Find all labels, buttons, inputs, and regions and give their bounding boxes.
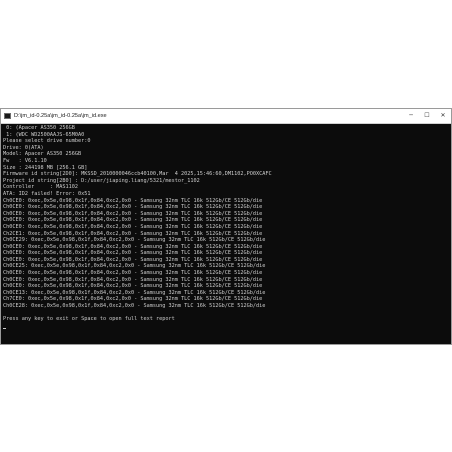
console-line: Project id string[2B0] : D:/user/jiaping… xyxy=(3,177,200,184)
maximize-button[interactable]: ☐ xyxy=(419,109,435,123)
console-line: Size : 244198 MB [256.1 GB] xyxy=(3,164,88,171)
console-cursor-line xyxy=(3,323,449,330)
console-line: Ch0CE0: 0xec,0x5e,0x98,0x1f,0x84,0xc2,0x… xyxy=(3,223,263,230)
console-app-icon xyxy=(4,113,11,119)
console-line: Ch0CE0: 0xec,0x5e,0x98,0x1f,0x84,0xc2,0x… xyxy=(3,283,263,290)
console-output[interactable]: 0: (Apacer AS350 256GB 1: (WDC WD2500AAJ… xyxy=(3,125,449,344)
console-line: Ch0CE0: 0xec,0x5e,0x98,0x1f,0x84,0xc2,0x… xyxy=(3,270,263,277)
console-line: Ch0CE0: 0xec,0x5e,0x98,0x1f,0x84,0xc2,0x… xyxy=(3,256,263,263)
console-line: Ch0CE0: 0xec,0x5e,0x98,0x1f,0x84,0xc2,0x… xyxy=(3,276,263,283)
console-line: Ch0CE0: 0xec,0x5e,0x98,0x1f,0x84,0xc2,0x… xyxy=(3,197,263,204)
title-bar[interactable]: D:\jm_id-0.25a\jm_id-0.25a\jm_id.exe ─ ☐… xyxy=(1,109,451,124)
console-line: Model: Apacer AS350 256GB xyxy=(3,151,82,158)
console-line: Ch0CE13: 0xec,0x5e,0x98,0x1f,0x84,0xc2,0… xyxy=(3,289,266,296)
console-line: Ch2CE1: 0xec,0x5e,0x98,0x1f,0x84,0xc2,0x… xyxy=(3,230,263,237)
console-window[interactable]: D:\jm_id-0.25a\jm_id-0.25a\jm_id.exe ─ ☐… xyxy=(0,108,452,345)
console-line: Firmware id string[2D0]: MKSSD_201000004… xyxy=(3,171,272,178)
console-line: Ch0CE0: 0xec,0x5e,0x98,0x1f,0x84,0xc2,0x… xyxy=(3,243,263,250)
console-line: Fw : V6.1.10 xyxy=(3,157,47,164)
console-line: 0: (Apacer AS350 256GB xyxy=(3,125,75,131)
minimize-button[interactable]: ─ xyxy=(403,109,419,123)
console-line: Ch0CE28: 0xec,0x5e,0x98,0x1f,0x84,0xc2,0… xyxy=(3,303,266,310)
text-cursor xyxy=(3,328,6,330)
console-line: Ch0CE29: 0xec,0x5e,0x98,0x1f,0x84,0xc2,0… xyxy=(3,237,266,244)
window-controls: ─ ☐ ✕ xyxy=(403,109,451,123)
console-line: Ch0CE25: 0xec,0x5e,0x98,0x1f,0x84,0xc2,0… xyxy=(3,263,266,270)
close-button[interactable]: ✕ xyxy=(435,109,451,123)
console-line: ATA: ID2 failed! Error: 0x51 xyxy=(3,190,91,197)
console-line: Ch7CE0: 0xec,0x5e,0x98,0x1f,0x84,0xc2,0x… xyxy=(3,296,263,303)
console-line: Ch0CE0: 0xec,0x5e,0x98,0x1f,0x84,0xc2,0x… xyxy=(3,204,263,211)
console-line: 1: (WDC WD2500AAJS-65M0A0 xyxy=(3,131,85,138)
console-line: Controller : MAS1102 xyxy=(3,184,78,191)
console-line: Press any key to exit or Space to open f… xyxy=(3,316,175,323)
console-line: Ch0CE0: 0xec,0x5e,0x98,0x1f,0x84,0xc2,0x… xyxy=(3,250,263,257)
window-title: D:\jm_id-0.25a\jm_id-0.25a\jm_id.exe xyxy=(14,113,107,119)
console-line: Ch0CE0: 0xec,0x5e,0x98,0x1f,0x84,0xc2,0x… xyxy=(3,210,263,217)
console-line: Please select drive number:0 xyxy=(3,138,91,145)
console-line: Ch0CE0: 0xec,0x5e,0x98,0x1f,0x84,0xc2,0x… xyxy=(3,217,263,224)
console-line: Drive: 0(ATA) xyxy=(3,144,44,151)
